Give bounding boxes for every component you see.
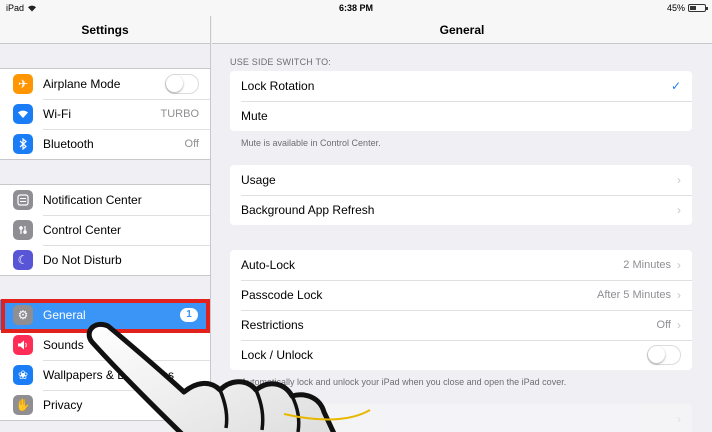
sidebar-item-wifi[interactable]: Wi-Fi TURBO <box>0 99 210 129</box>
sidebar-title: Settings <box>0 16 210 44</box>
row-label: Date & Time <box>241 412 308 426</box>
side-switch-header: USE SIDE SWITCH TO: <box>230 57 331 67</box>
sidebar-item-label: Airplane Mode <box>43 77 121 91</box>
chevron-right-icon: › <box>677 173 681 187</box>
status-right: 45% <box>666 3 708 13</box>
battery-icon <box>688 4 708 12</box>
option-mute[interactable]: Mute <box>230 101 692 131</box>
wallpaper-icon: ❀ <box>13 365 33 385</box>
hand-icon: ✋ <box>13 395 33 415</box>
sidebar-item-label: Do Not Disturb <box>43 253 122 267</box>
settings-sidebar: Settings ✈ Airplane Mode Wi-Fi TURBO Blu… <box>0 16 211 432</box>
lock-group: Auto-Lock 2 Minutes › Passcode Lock Afte… <box>230 250 692 370</box>
date-group: Date & Time › <box>230 404 692 432</box>
chevron-right-icon: › <box>677 203 681 217</box>
row-passcode-lock[interactable]: Passcode Lock After 5 Minutes › <box>230 280 692 310</box>
chevron-right-icon: › <box>677 412 681 426</box>
row-background-app-refresh[interactable]: Background App Refresh › <box>230 195 692 225</box>
sidebar-item-label: Control Center <box>43 223 122 237</box>
bluetooth-value: Off <box>184 138 199 150</box>
bluetooth-icon <box>13 134 33 154</box>
row-label: Lock Rotation <box>241 79 315 93</box>
sidebar-item-privacy[interactable]: ✋ Privacy <box>0 390 210 420</box>
sidebar-item-sounds[interactable]: Sounds <box>0 330 210 360</box>
sidebar-item-label: Wi-Fi <box>43 107 71 121</box>
moon-icon: ☾ <box>13 250 33 270</box>
row-label: Auto-Lock <box>241 258 296 272</box>
side-switch-group: Lock Rotation ✓ Mute <box>230 71 692 131</box>
status-bar: iPad 6:38 PM 45% <box>0 0 712 16</box>
sidebar-item-label: Privacy <box>43 398 83 412</box>
row-usage[interactable]: Usage › <box>230 165 692 195</box>
sidebar-item-wallpapers-brightness[interactable]: ❀ Wallpapers & Brightness <box>0 360 210 390</box>
highlight-box <box>1 299 210 333</box>
usage-group: Usage › Background App Refresh › <box>230 165 692 225</box>
sidebar-item-airplane-mode[interactable]: ✈ Airplane Mode <box>0 69 210 99</box>
status-time: 6:38 PM <box>338 3 373 13</box>
sidebar-item-label: Bluetooth <box>43 137 94 151</box>
cover-footer: Automatically lock and unlock your iPad … <box>241 377 567 387</box>
sidebar-group-connectivity: ✈ Airplane Mode Wi-Fi TURBO Bluetooth Of… <box>0 68 210 160</box>
row-auto-lock[interactable]: Auto-Lock 2 Minutes › <box>230 250 692 280</box>
checkmark-icon: ✓ <box>670 79 681 93</box>
notification-center-icon <box>13 190 33 210</box>
row-value: Off <box>656 319 671 331</box>
row-label: Usage <box>241 173 276 187</box>
control-center-icon <box>13 220 33 240</box>
sidebar-item-control-center[interactable]: Control Center <box>0 215 210 245</box>
option-lock-rotation[interactable]: Lock Rotation ✓ <box>230 71 692 101</box>
wifi-network-value: TURBO <box>160 108 200 120</box>
speaker-icon <box>13 335 33 355</box>
chevron-right-icon: › <box>677 258 681 272</box>
airplane-mode-toggle[interactable] <box>165 74 199 94</box>
sidebar-group-notifications: Notification Center Control Center ☾ Do … <box>0 184 210 276</box>
row-label: Background App Refresh <box>241 203 375 217</box>
row-label: Restrictions <box>241 318 304 332</box>
sidebar-item-label: Notification Center <box>43 193 142 207</box>
row-value: 2 Minutes <box>623 259 671 271</box>
chevron-right-icon: › <box>677 318 681 332</box>
airplane-icon: ✈ <box>13 74 33 94</box>
side-switch-footer: Mute is available in Control Center. <box>241 138 381 148</box>
row-date-time[interactable]: Date & Time › <box>230 404 692 432</box>
sidebar-item-label: Sounds <box>43 338 84 352</box>
row-value: After 5 Minutes <box>597 289 671 301</box>
row-label: Mute <box>241 109 268 123</box>
sidebar-item-bluetooth[interactable]: Bluetooth Off <box>0 129 210 159</box>
lock-unlock-toggle[interactable] <box>647 345 681 365</box>
sidebar-item-label: Wallpapers & Brightness <box>43 368 174 382</box>
general-pane: General USE SIDE SWITCH TO: Lock Rotatio… <box>212 16 712 432</box>
battery-percent: 45% <box>666 3 685 13</box>
page-title: General <box>212 16 712 44</box>
row-restrictions[interactable]: Restrictions Off › <box>230 310 692 340</box>
wifi-icon <box>13 104 33 124</box>
row-lock-unlock[interactable]: Lock / Unlock <box>230 340 692 370</box>
sidebar-item-notification-center[interactable]: Notification Center <box>0 185 210 215</box>
chevron-right-icon: › <box>677 288 681 302</box>
sidebar-item-do-not-disturb[interactable]: ☾ Do Not Disturb <box>0 245 210 275</box>
row-label: Passcode Lock <box>241 288 323 302</box>
row-label: Lock / Unlock <box>241 348 314 362</box>
